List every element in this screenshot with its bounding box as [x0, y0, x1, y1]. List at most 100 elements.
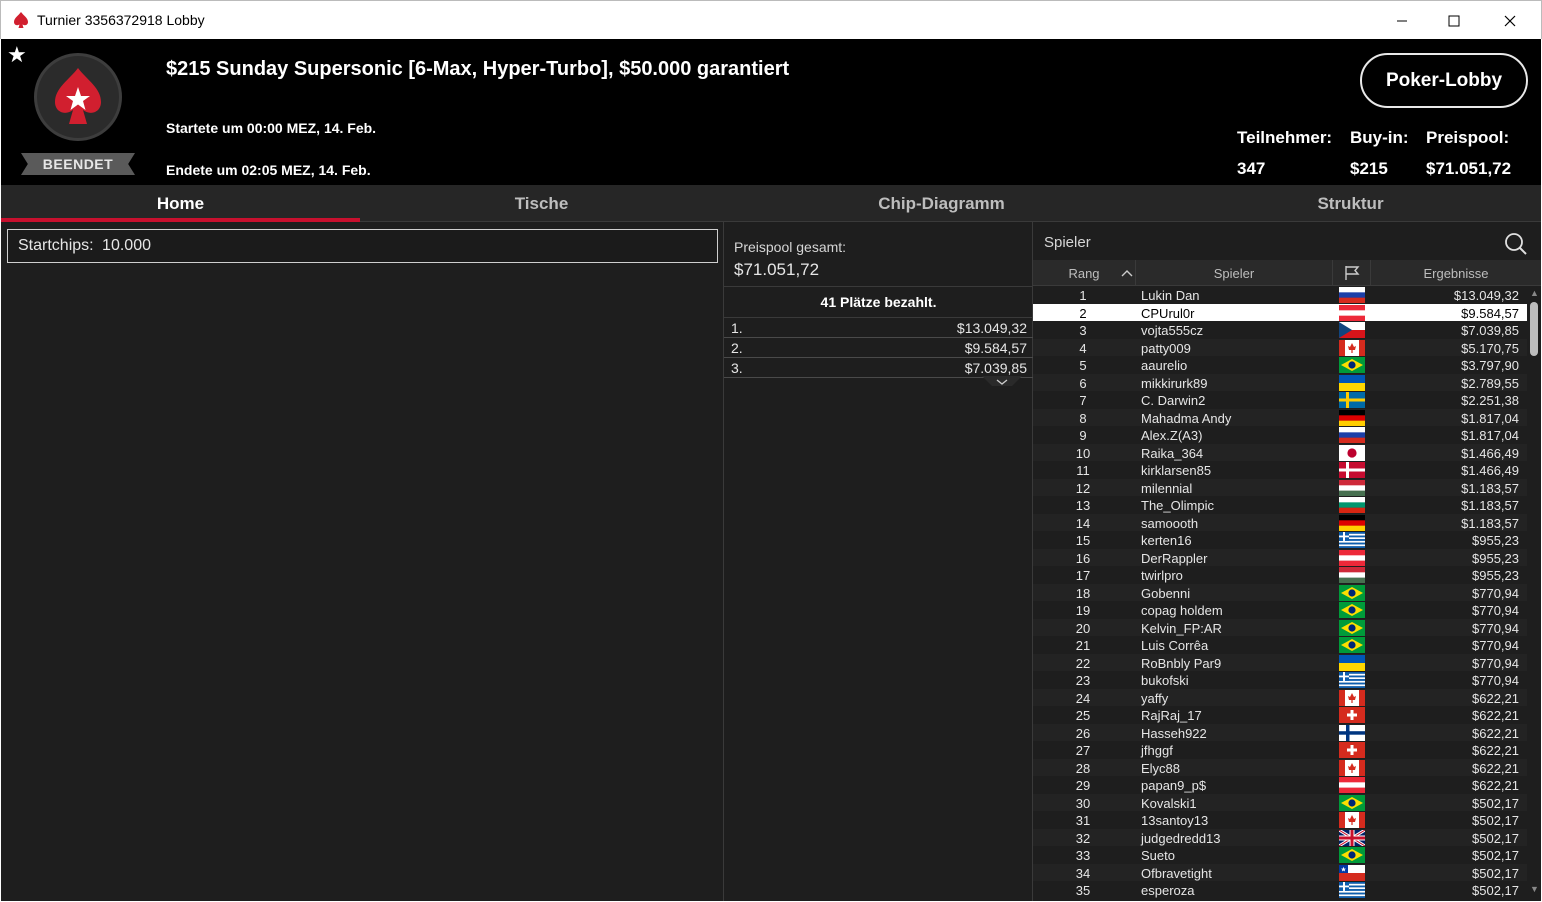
table-row[interactable]: 30 Kovalski1 $502,17 [1033, 793, 1527, 811]
table-row[interactable]: 35 esperoza $502,17 [1033, 881, 1527, 899]
prize-row: 1. $13.049,32 [724, 318, 1033, 338]
table-row[interactable]: 31 13santoy13 $502,17 [1033, 811, 1527, 829]
player-name-cell: Mahadma Andy [1141, 410, 1232, 426]
table-row[interactable]: 27 jfhggf $622,21 [1033, 741, 1527, 759]
prizepool-value: $71.051,72 [1426, 159, 1512, 178]
tab-tische[interactable]: Tische [360, 185, 723, 222]
table-row[interactable]: 20 Kelvin_FP:AR $770,94 [1033, 618, 1527, 636]
rank-cell: 23 [1075, 673, 1091, 688]
search-input[interactable]: Spieler [1044, 234, 1091, 251]
rank-cell: 31 [1075, 813, 1091, 828]
favorite-star-icon[interactable]: ★ [7, 44, 27, 66]
players-label: Teilnehmer: [1237, 128, 1333, 147]
table-row[interactable]: 9 Alex.Z(A3) $1.817,04 [1033, 426, 1527, 444]
chevron-down-icon[interactable] [982, 376, 1022, 390]
scroll-up-icon[interactable]: ▲ [1530, 288, 1539, 298]
result-cell: $7.039,85 [1461, 323, 1519, 338]
germany-flag-icon [1339, 409, 1365, 426]
table-row[interactable]: 7 C. Darwin2 $2.251,38 [1033, 391, 1527, 409]
close-icon [1504, 15, 1516, 26]
canada-flag-icon [1339, 689, 1365, 706]
tab-struktur[interactable]: Struktur [1160, 185, 1541, 222]
rank-cell: 33 [1075, 848, 1091, 863]
greece-flag-icon [1339, 672, 1365, 689]
table-row[interactable]: 1 Lukin Dan $13.049,32 [1033, 286, 1527, 304]
maximize-button[interactable] [1429, 1, 1479, 40]
table-row[interactable]: 11 kirklarsen85 $1.466,49 [1033, 461, 1527, 479]
spade-logo-icon [55, 68, 101, 124]
table-row[interactable]: 10 Raika_364 $1.466,49 [1033, 443, 1527, 461]
ukraine-flag-icon [1339, 654, 1365, 671]
greece-flag-icon [1339, 532, 1365, 549]
table-row[interactable]: 18 Gobenni $770,94 [1033, 583, 1527, 601]
player-name-cell: RoBnbly Par9 [1141, 655, 1222, 671]
table-row[interactable]: 23 bukofski $770,94 [1033, 671, 1527, 689]
result-cell: $9.584,57 [1461, 305, 1519, 321]
table-row[interactable]: 14 samoooth $1.183,57 [1033, 513, 1527, 531]
paid-places: 41 Plätze bezahlt. [724, 286, 1033, 318]
rank-cell: 34 [1075, 865, 1091, 881]
player-name-cell: kirklarsen85 [1141, 463, 1212, 478]
table-row[interactable]: 26 Hasseh922 $622,21 [1033, 723, 1527, 741]
result-cell: $1.466,49 [1461, 463, 1519, 478]
table-row[interactable]: 34 Ofbravetight $502,17 [1033, 863, 1527, 881]
home-content: Startchips: 10.000 Preispool gesamt: $71… [1, 222, 1541, 901]
table-row[interactable]: 3 vojta555cz $7.039,85 [1033, 321, 1527, 339]
chile-flag-icon [1339, 864, 1365, 881]
russia-flag-icon [1339, 427, 1365, 444]
players-scrollbar[interactable]: ▲ ▼ [1527, 286, 1541, 901]
table-row[interactable]: 8 Mahadma Andy $1.817,04 [1033, 408, 1527, 426]
table-row[interactable]: 25 RajRaj_17 $622,21 [1033, 706, 1527, 724]
tab-home[interactable]: Home [1, 185, 360, 222]
search-icon[interactable] [1504, 232, 1528, 256]
table-row[interactable]: 2 CPUrul0r $9.584,57 [1033, 303, 1527, 321]
table-row[interactable]: 5 aaurelio $3.797,90 [1033, 356, 1527, 374]
result-cell: $622,21 [1472, 708, 1519, 723]
austria-flag-icon [1339, 549, 1365, 566]
player-name-cell: Luis Corrêa [1141, 638, 1209, 653]
table-row[interactable]: 24 yaffy $622,21 [1033, 688, 1527, 706]
table-row[interactable]: 21 Luis Corrêa $770,94 [1033, 636, 1527, 654]
col-rank[interactable]: Rang [1033, 260, 1136, 286]
table-row[interactable]: 4 patty009 $5.170,75 [1033, 338, 1527, 356]
col-results[interactable]: Ergebnisse [1371, 260, 1541, 286]
prize-row: 2. $9.584,57 [724, 338, 1033, 358]
col-player[interactable]: Spieler [1136, 260, 1333, 286]
minimize-button[interactable] [1377, 1, 1427, 40]
table-row[interactable]: 19 copag holdem $770,94 [1033, 601, 1527, 619]
table-row[interactable]: 16 DerRappler $955,23 [1033, 548, 1527, 566]
switzerland-flag-icon [1339, 707, 1365, 723]
rank-cell: 20 [1075, 620, 1091, 636]
hungary-flag-icon [1339, 479, 1365, 496]
canada-flag-icon [1339, 339, 1365, 356]
poker-lobby-button[interactable]: Poker-Lobby [1360, 53, 1528, 108]
rank-cell: 35 [1075, 883, 1091, 898]
start-time: Startete um 00:00 MEZ, 14. Feb. [166, 120, 377, 136]
prizepool-total-value: $71.051,72 [734, 260, 820, 279]
table-row[interactable]: 17 twirlpro $955,23 [1033, 566, 1527, 584]
result-cell: $1.817,04 [1461, 410, 1519, 426]
status-badge: BEENDET [21, 153, 135, 175]
table-row[interactable]: 29 papan9_p$ $622,21 [1033, 776, 1527, 794]
player-name-cell: samoooth [1141, 515, 1199, 531]
player-name-cell: bukofski [1141, 673, 1189, 688]
table-row[interactable]: 22 RoBnbly Par9 $770,94 [1033, 653, 1527, 671]
table-row[interactable]: 28 Elyc88 $622,21 [1033, 758, 1527, 776]
player-search[interactable]: Spieler [1033, 226, 1541, 258]
table-row[interactable]: 6 mikkirurk89 $2.789,55 [1033, 373, 1527, 391]
player-name-cell: mikkirurk89 [1141, 375, 1208, 391]
table-row[interactable]: 33 Sueto $502,17 [1033, 846, 1527, 864]
tab-chip-diagramm[interactable]: Chip-Diagramm [723, 185, 1160, 222]
table-row[interactable]: 12 milennial $1.183,57 [1033, 478, 1527, 496]
scrollbar-thumb[interactable] [1530, 302, 1538, 356]
rank-cell: 25 [1075, 708, 1091, 723]
table-row[interactable]: 13 The_Olimpic $1.183,57 [1033, 496, 1527, 514]
scroll-down-icon[interactable]: ▼ [1530, 884, 1539, 894]
switzerland-flag-icon [1339, 742, 1365, 758]
table-row[interactable]: 32 judgedredd13 $502,17 [1033, 828, 1527, 847]
player-name-cell: 13santoy13 [1141, 813, 1209, 828]
col-flag[interactable] [1333, 260, 1371, 286]
close-button[interactable] [1485, 1, 1535, 40]
table-row[interactable]: 15 kerten16 $955,23 [1033, 531, 1527, 549]
player-name-cell: CPUrul0r [1141, 305, 1195, 321]
